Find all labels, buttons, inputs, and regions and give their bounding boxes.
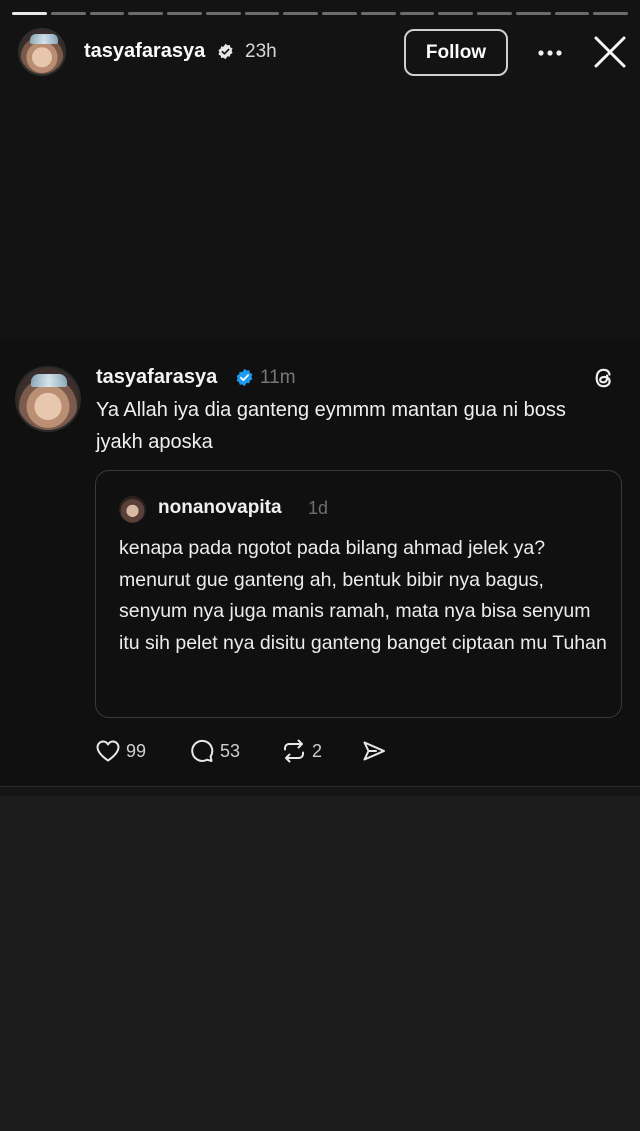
progress-segment bbox=[554, 12, 590, 15]
verified-badge-icon bbox=[218, 43, 233, 60]
progress-segment bbox=[89, 12, 125, 15]
threads-post-card[interactable]: tasyafarasya 11m Ya Allah iya dia ganten… bbox=[0, 340, 640, 786]
post-text: Ya Allah iya dia ganteng eymmm mantan gu… bbox=[96, 399, 566, 453]
reply-button[interactable]: 53 bbox=[188, 736, 240, 766]
comment-icon bbox=[191, 739, 214, 762]
close-icon[interactable] bbox=[592, 34, 628, 70]
like-button[interactable]: 99 bbox=[94, 736, 146, 766]
repost-icon bbox=[284, 739, 304, 763]
progress-segment bbox=[515, 12, 551, 15]
progress-segment bbox=[12, 12, 47, 15]
progress-segment bbox=[128, 12, 163, 15]
verified-badge-icon bbox=[236, 368, 253, 387]
progress-segment bbox=[205, 12, 241, 15]
quoted-avatar[interactable] bbox=[119, 496, 146, 523]
post-actions: 99 53 2 bbox=[94, 736, 414, 766]
quoted-username[interactable]: nonanovapita bbox=[158, 497, 282, 519]
reply-count: 53 bbox=[220, 740, 241, 761]
follow-button[interactable]: Follow bbox=[404, 29, 508, 76]
progress-segment bbox=[438, 12, 473, 15]
story-header: tasyafarasya 23h Follow bbox=[0, 26, 640, 80]
threads-icon[interactable] bbox=[591, 365, 617, 391]
progress-segment bbox=[593, 12, 628, 15]
progress-segment bbox=[244, 12, 280, 15]
share-icon bbox=[363, 741, 385, 761]
avatar[interactable] bbox=[18, 28, 66, 76]
quoted-post[interactable]: nonanovapita 1d kenapa pada ngotot pada … bbox=[95, 470, 622, 718]
post-timestamp: 11m bbox=[260, 367, 296, 388]
header-username[interactable]: tasyafarasya bbox=[84, 40, 205, 63]
card-divider bbox=[0, 786, 640, 796]
like-count: 99 bbox=[126, 740, 147, 761]
progress-segment bbox=[167, 12, 202, 15]
progress-segment bbox=[50, 12, 86, 15]
post-username[interactable]: tasyafarasya bbox=[96, 366, 217, 389]
avatar-crown bbox=[31, 374, 67, 387]
more-icon[interactable] bbox=[535, 43, 565, 63]
progress-segment bbox=[322, 12, 357, 15]
progress-segment bbox=[283, 12, 318, 15]
quoted-text: kenapa pada ngotot pada bilang ahmad jel… bbox=[119, 537, 607, 654]
quoted-timestamp: 1d bbox=[308, 498, 329, 518]
share-button[interactable] bbox=[360, 736, 388, 766]
repost-button[interactable]: 2 bbox=[280, 736, 322, 766]
avatar-crown bbox=[30, 34, 58, 44]
repost-count: 2 bbox=[312, 740, 323, 761]
header-timestamp: 23h bbox=[245, 41, 277, 62]
post-avatar[interactable] bbox=[15, 366, 81, 432]
progress-segment bbox=[399, 12, 435, 15]
story-progress-bar bbox=[12, 12, 628, 15]
progress-segment bbox=[360, 12, 396, 15]
heart-icon bbox=[96, 740, 120, 762]
progress-segment bbox=[477, 12, 512, 15]
